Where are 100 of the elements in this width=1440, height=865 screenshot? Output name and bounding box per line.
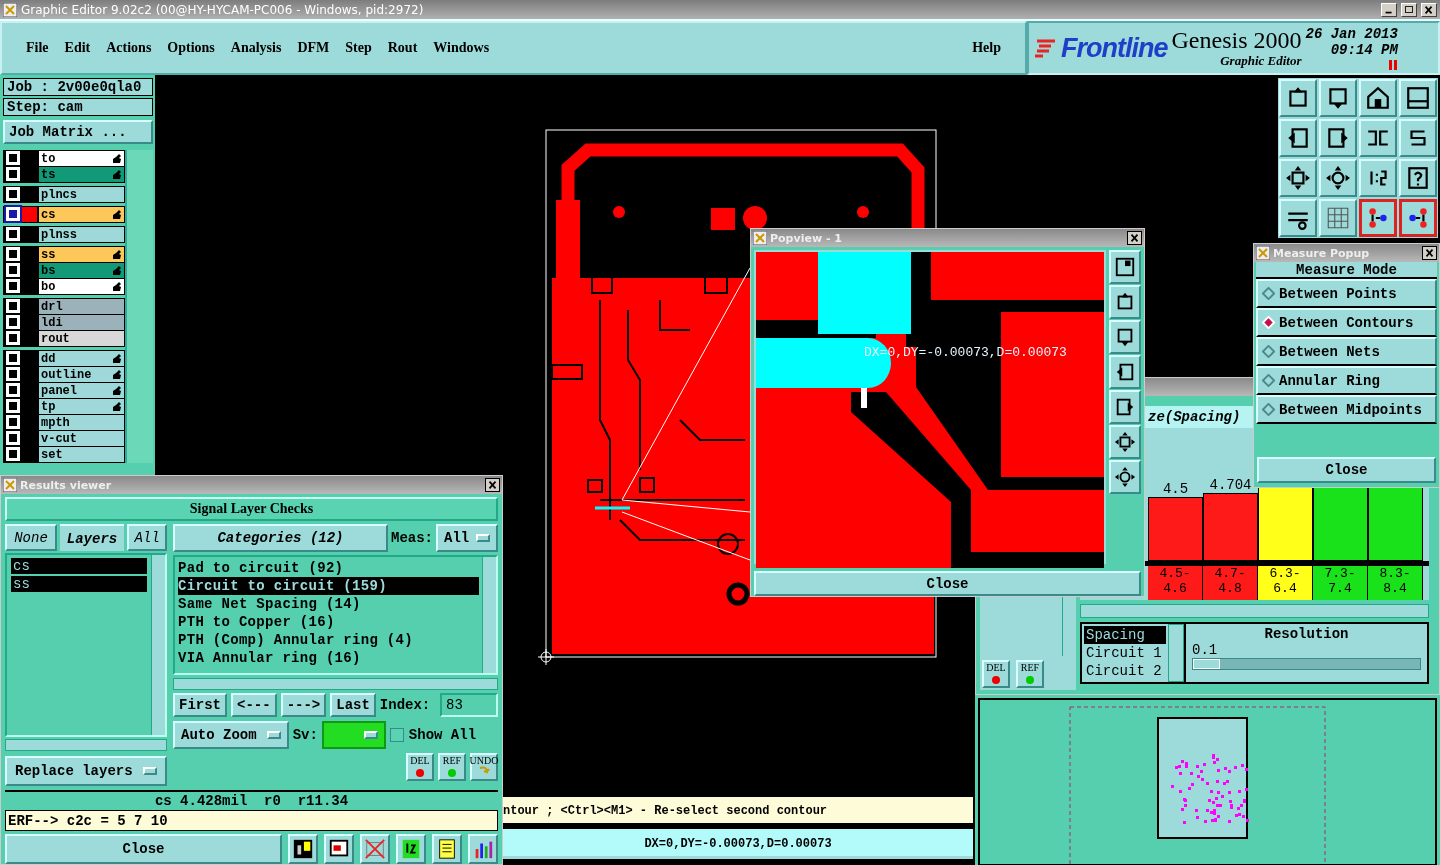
layer-item[interactable]: outline <box>39 367 124 382</box>
maximize-icon[interactable] <box>1401 2 1417 17</box>
index-field[interactable]: 83 <box>440 693 498 717</box>
nav-button[interactable]: <--- <box>231 693 277 717</box>
layer-checkbox[interactable] <box>6 367 20 381</box>
layer-checkbox[interactable] <box>6 447 20 461</box>
toolbar-button[interactable] <box>1399 159 1437 197</box>
histogram-bar[interactable] <box>1313 485 1368 561</box>
layer-checkbox[interactable] <box>6 151 20 165</box>
histogram-bar[interactable] <box>1258 485 1313 561</box>
close-icon[interactable] <box>1127 231 1142 245</box>
toolbar-button[interactable] <box>1279 199 1317 237</box>
menu-item[interactable]: Actions <box>98 40 160 56</box>
toolbar-button[interactable] <box>1359 79 1397 117</box>
menu-item[interactable]: Edit <box>56 40 99 56</box>
auto-zoom-dropdown[interactable]: Auto Zoom <box>173 721 289 749</box>
layer-checkbox[interactable] <box>6 351 20 365</box>
layers-tab[interactable]: Layers <box>60 524 124 551</box>
layer-list-item[interactable]: ss <box>11 576 147 592</box>
close-button[interactable]: Close <box>5 834 282 864</box>
toolbar-button[interactable] <box>1279 119 1317 157</box>
layer-item[interactable]: to <box>39 151 124 166</box>
all-button[interactable]: All <box>127 524 167 551</box>
tool-button[interactable] <box>1109 390 1141 424</box>
toolbar-button[interactable] <box>1279 159 1317 197</box>
layer-checkbox[interactable] <box>6 247 20 261</box>
menu-item[interactable]: DFM <box>289 40 338 56</box>
measure-mode-option[interactable]: Between Contours <box>1256 308 1437 337</box>
field-item[interactable]: Spacing <box>1084 626 1166 644</box>
nav-button[interactable]: ---> <box>280 693 327 717</box>
field-item[interactable]: Circuit 1 <box>1084 644 1166 662</box>
close-icon[interactable] <box>1422 246 1437 260</box>
close-button[interactable]: Close <box>1257 457 1436 483</box>
category-item[interactable]: Same Net Spacing (14) <box>178 595 479 613</box>
toolbar-button[interactable] <box>1319 79 1357 117</box>
tool-button[interactable] <box>432 834 462 864</box>
tool-button[interactable] <box>324 834 354 864</box>
category-item[interactable]: Circuit to circuit (159) <box>178 577 479 595</box>
layer-checkbox[interactable] <box>6 263 20 277</box>
category-item[interactable]: VIA Annular ring (16) <box>178 649 479 667</box>
layer-item[interactable]: rout <box>39 331 124 346</box>
close-button[interactable]: Close <box>754 571 1141 596</box>
layer-checkbox[interactable] <box>6 399 20 413</box>
color-dropdown[interactable] <box>321 721 386 749</box>
field-item[interactable]: Circuit 2 <box>1084 662 1166 680</box>
layer-checkbox[interactable] <box>6 331 20 345</box>
tool-button[interactable] <box>1109 355 1141 389</box>
toolbar-button[interactable] <box>1399 79 1437 117</box>
menu-item[interactable]: Help <box>964 40 1009 56</box>
layer-checkbox[interactable] <box>6 415 20 429</box>
nav-button[interactable]: First <box>173 693 227 717</box>
tool-button[interactable] <box>1109 250 1141 284</box>
menu-item[interactable]: File <box>18 40 57 56</box>
tool-button[interactable] <box>1109 425 1141 459</box>
none-button[interactable]: None <box>5 524 57 551</box>
layer-checkbox[interactable] <box>6 167 20 181</box>
measure-mode-option[interactable]: Between Nets <box>1256 337 1437 366</box>
layer-item[interactable]: cs <box>39 207 124 222</box>
layer-item[interactable]: panel <box>39 383 124 398</box>
horizontal-scrollbar[interactable] <box>1080 604 1429 618</box>
layer-checkbox[interactable] <box>6 299 20 313</box>
horizontal-scrollbar[interactable] <box>5 739 167 751</box>
menu-item[interactable]: Step <box>337 40 380 56</box>
pause-icon[interactable] <box>1387 60 1398 70</box>
layer-checkbox[interactable] <box>6 383 20 397</box>
tool-button[interactable] <box>468 834 498 864</box>
measure-mode-option[interactable]: Between Points <box>1256 279 1437 308</box>
tool-button[interactable] <box>288 834 318 864</box>
measure-mode-option[interactable]: Annular Ring <box>1256 366 1437 395</box>
vertical-scrollbar[interactable] <box>151 555 165 735</box>
tool-button[interactable] <box>1109 285 1141 319</box>
horizontal-scrollbar[interactable] <box>173 678 498 690</box>
delete-button[interactable]: DEL <box>982 660 1010 688</box>
toolbar-button[interactable] <box>1359 119 1397 157</box>
category-item[interactable]: PTH to Copper (16) <box>178 613 479 631</box>
menu-item[interactable]: Rout <box>379 40 426 56</box>
vertical-scrollbar[interactable] <box>482 557 496 673</box>
layer-item[interactable]: drl <box>39 299 124 314</box>
minimize-icon[interactable] <box>1381 2 1397 17</box>
layer-item[interactable]: ldi <box>39 315 124 330</box>
histogram-bar[interactable] <box>1368 485 1423 561</box>
reference-button[interactable]: REF <box>438 753 466 781</box>
measure-mode-option[interactable]: Between Midpoints <box>1256 395 1437 424</box>
layer-checkbox[interactable] <box>6 207 20 221</box>
category-item[interactable]: PTH (Comp) Annular ring (4) <box>178 631 479 649</box>
layer-checkbox[interactable] <box>6 227 20 241</box>
delete-button[interactable]: DEL <box>406 753 434 781</box>
category-item[interactable]: Pad to circuit (92) <box>178 559 479 577</box>
toolbar-button[interactable] <box>1399 119 1437 157</box>
resolution-slider[interactable] <box>1193 659 1221 669</box>
layer-item[interactable]: dd <box>39 351 124 366</box>
layer-item[interactable]: mpth <box>39 415 124 430</box>
tool-button[interactable] <box>1109 460 1141 494</box>
replace-layers-dropdown[interactable]: Replace layers <box>5 756 167 786</box>
layer-item[interactable]: v-cut <box>39 431 124 446</box>
job-matrix-button[interactable]: Job Matrix ... <box>3 120 153 144</box>
layer-item[interactable]: ss <box>39 247 124 262</box>
tool-button[interactable] <box>1109 320 1141 354</box>
layer-checkbox[interactable] <box>6 187 20 201</box>
layer-item[interactable]: bs <box>39 263 124 278</box>
